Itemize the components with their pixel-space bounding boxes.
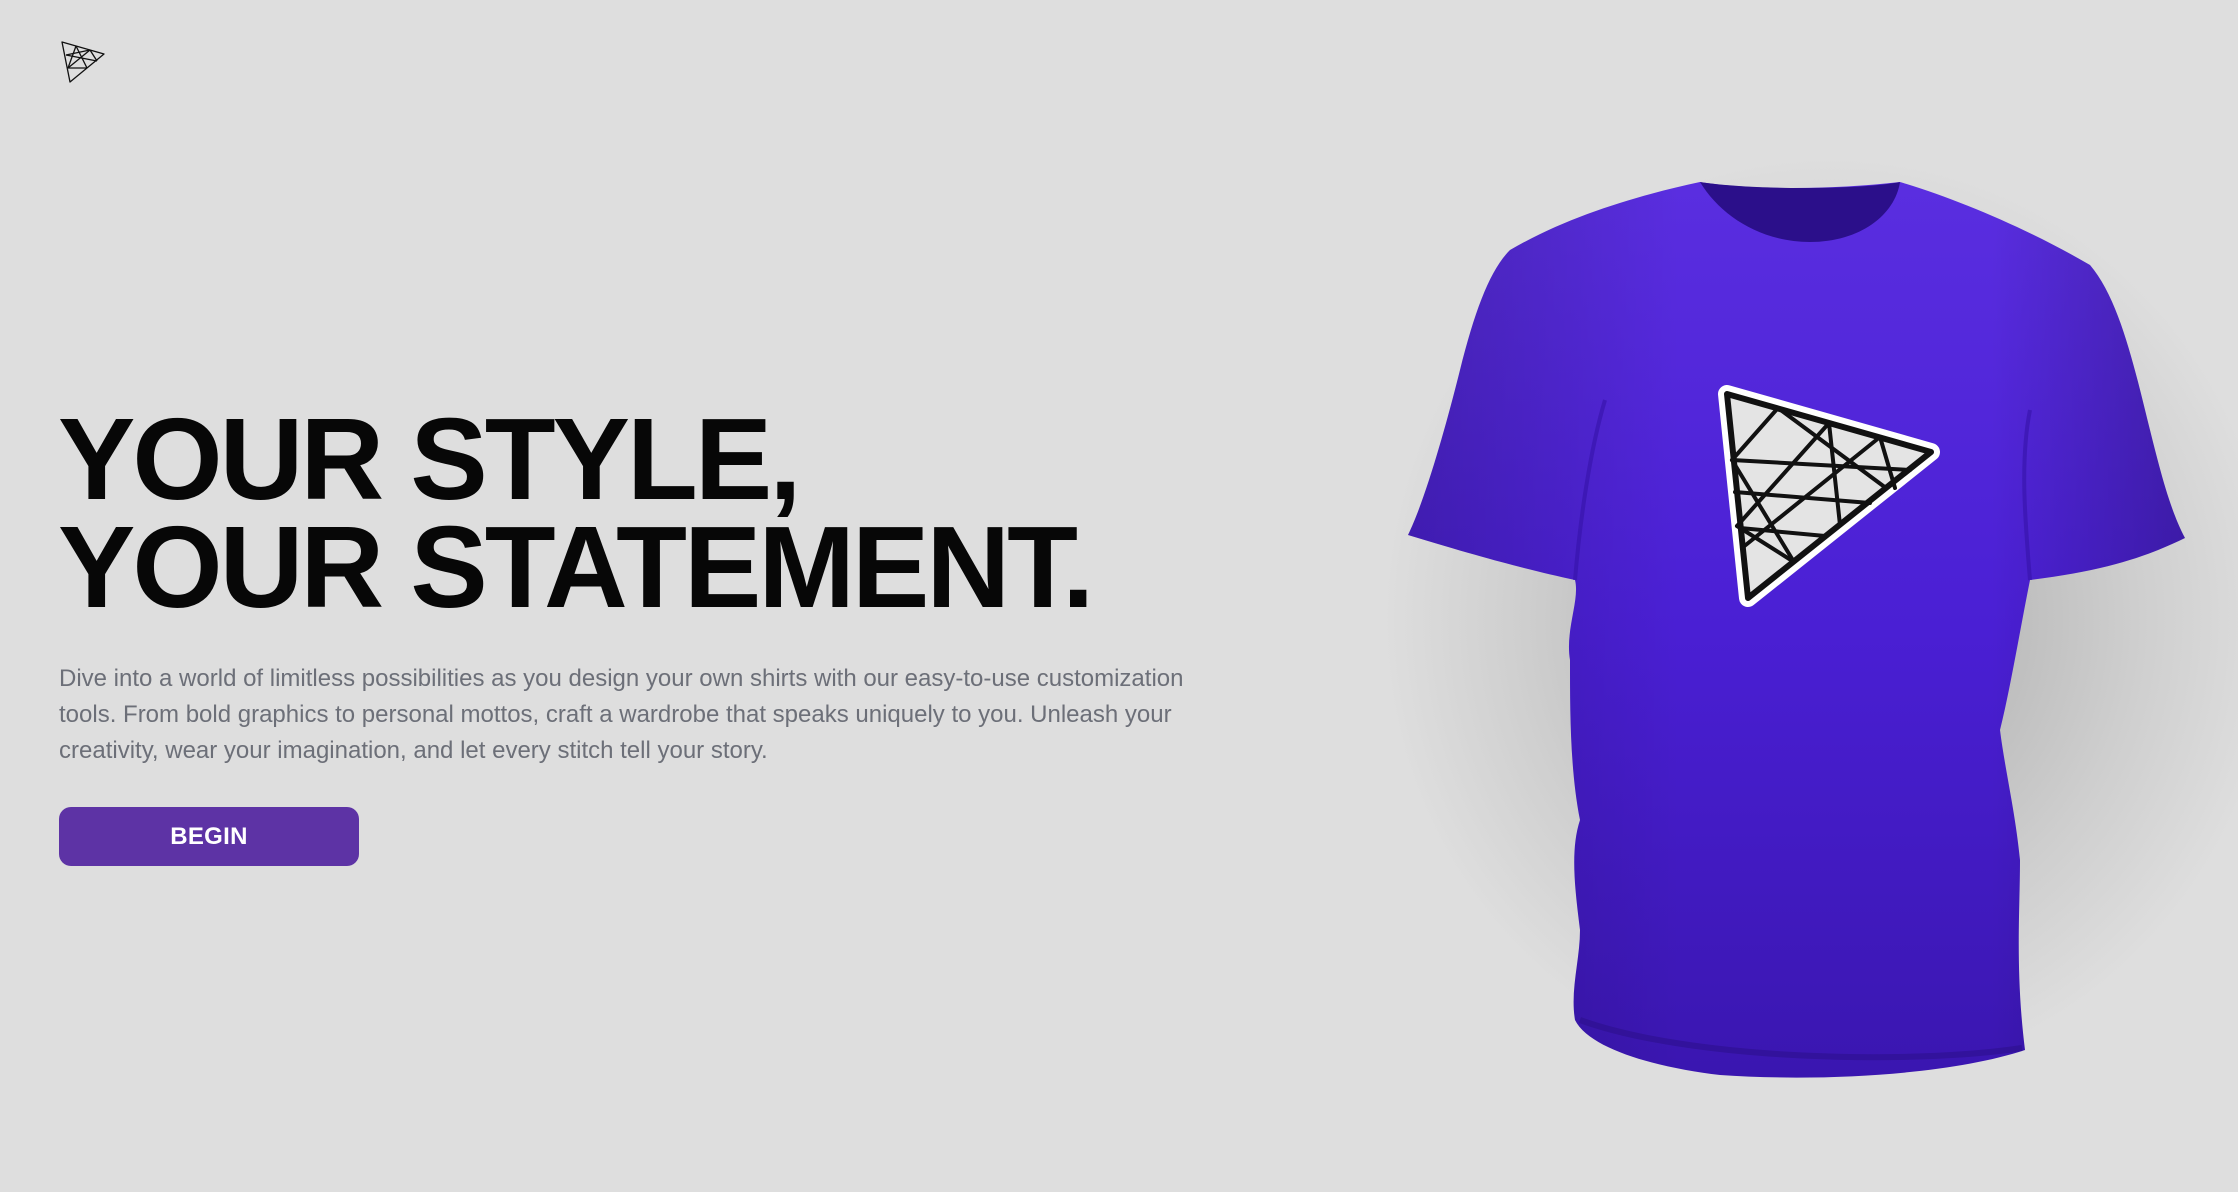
hero-description: Dive into a world of limitless possibili… <box>59 665 1184 764</box>
logo-icon[interactable] <box>60 40 106 84</box>
shirt-body <box>1408 182 2185 1078</box>
hero-headline: YOUR STYLE, YOUR STATEMENT. <box>58 394 1258 632</box>
tshirt-preview[interactable] <box>1390 170 2210 1090</box>
hero-section: YOUR STYLE, YOUR STATEMENT. Dive into a … <box>58 394 1258 866</box>
headline-line-1: YOUR STYLE, <box>58 394 801 524</box>
headline-line-2: YOUR STATEMENT. <box>58 502 1094 632</box>
begin-button[interactable]: BEGIN <box>59 807 359 866</box>
